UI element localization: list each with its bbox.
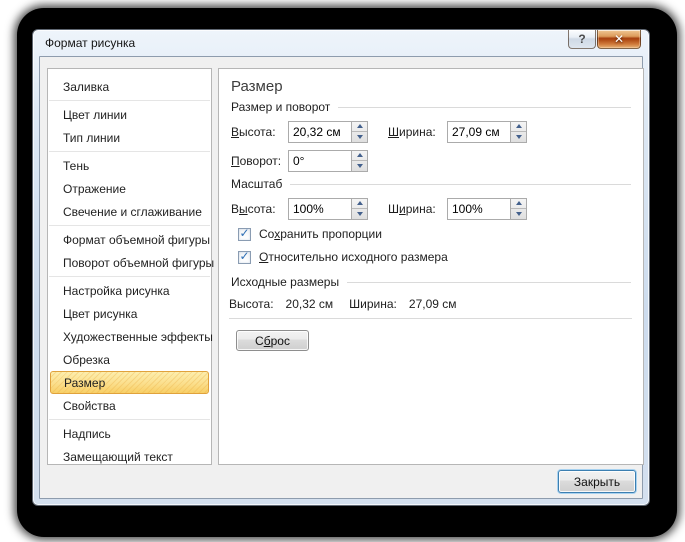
sidebar-item-size-selected[interactable]: Размер [50,371,209,394]
sidebar-separator [49,151,210,152]
scale-width-spinner [510,198,527,220]
spinner-down-button[interactable] [352,208,367,219]
group-rule [338,107,631,108]
sidebar-separator [49,225,210,226]
sidebar-item-picture-color[interactable]: Цвет рисунка [48,302,211,325]
scale-height-label: Высота: [231,202,288,216]
lock-aspect-row: ✓ Сохранить пропорции [238,225,643,243]
close-icon: ✕ [614,33,624,45]
width-input[interactable] [447,121,511,143]
close-dialog-button[interactable]: Закрыть [558,470,636,493]
category-list: Заливка Цвет линии Тип линии Тень Отраже… [47,68,212,465]
sidebar-item-3d-format[interactable]: Формат объемной фигуры [48,228,211,251]
original-width-value: 27,09 см [409,297,457,311]
spinner-up-icon [516,124,522,128]
group-rule [290,184,631,185]
rotation-label: Поворот: [231,154,288,168]
sidebar-item-line-color[interactable]: Цвет линии [48,103,211,126]
sidebar-item-properties[interactable]: Свойства [48,394,211,417]
spinner-up-icon [357,201,363,205]
scale-height-spinner [351,198,368,220]
spinner-down-icon [357,164,363,168]
group-label: Исходные размеры [231,275,339,289]
width-spinner [510,121,527,143]
sidebar-item-glow[interactable]: Свечение и сглаживание [48,200,211,223]
close-button[interactable]: ✕ [597,30,641,49]
sidebar-item-fill[interactable]: Заливка [48,75,211,98]
checkmark-icon: ✓ [239,227,249,239]
sidebar-separator [49,100,210,101]
width-label: Ширина: [388,125,447,139]
titlebar-buttons: ? ✕ [568,30,641,49]
scale-row: Высота: Ширина: [231,197,643,220]
lock-aspect-checkbox[interactable]: ✓ [238,228,251,241]
height-label: Высота: [231,125,288,139]
sidebar-item-shadow[interactable]: Тень [48,154,211,177]
group-label: Размер и поворот [231,100,330,114]
spinner-up-icon [357,124,363,128]
checkmark-icon: ✓ [239,250,249,262]
spinner-down-icon [516,135,522,139]
group-size-rotate-header: Размер и поворот [231,100,631,114]
spinner-down-button[interactable] [352,131,367,142]
lock-aspect-label[interactable]: Сохранить пропорции [259,227,382,241]
relative-original-row: ✓ Относительно исходного размера [238,248,643,266]
spinner-up-icon [357,153,363,157]
spinner-up-icon [516,201,522,205]
original-width-label: Ширина: [349,297,397,311]
sidebar-item-reflection[interactable]: Отражение [48,177,211,200]
titlebar[interactable]: Формат рисунка [33,30,649,56]
spinner-down-button[interactable] [352,160,367,171]
spinner-down-button[interactable] [511,208,526,219]
spinner-up-button[interactable] [511,199,526,209]
help-icon: ? [578,32,585,46]
spinner-up-button[interactable] [511,122,526,132]
relative-original-checkbox[interactable]: ✓ [238,251,251,264]
sidebar-separator [49,419,210,420]
scale-width-input[interactable] [447,198,511,220]
original-size-values: Высота: 20,32 см Ширина: 27,09 см [229,297,643,311]
sidebar-separator [49,276,210,277]
format-picture-dialog: Формат рисунка ? ✕ Заливка Цвет линии Ти… [32,29,650,506]
height-input[interactable] [288,121,352,143]
spinner-down-icon [357,135,363,139]
scale-height-input[interactable] [288,198,352,220]
rotate-row: Поворот: [231,149,643,172]
sidebar-item-line-style[interactable]: Тип линии [48,126,211,149]
rotation-input[interactable] [288,150,352,172]
group-scale-header: Масштаб [231,177,631,191]
height-spinner [351,121,368,143]
spinner-up-button[interactable] [352,199,367,209]
scale-width-label: Ширина: [388,202,447,216]
group-original-size-header: Исходные размеры [231,275,631,289]
spinner-down-icon [357,212,363,216]
group-rule [347,282,631,283]
group-label: Масштаб [231,177,282,191]
sidebar-item-picture-corrections[interactable]: Настройка рисунка [48,279,211,302]
spinner-up-button[interactable] [352,151,367,161]
sidebar-item-crop[interactable]: Обрезка [48,348,211,371]
relative-original-label[interactable]: Относительно исходного размера [259,250,448,264]
size-row: Высота: Ширина: [231,120,643,143]
spinner-down-icon [516,212,522,216]
separator-rule [229,318,632,319]
spinner-up-button[interactable] [352,122,367,132]
sidebar-item-text-box[interactable]: Надпись [48,422,211,445]
reset-button[interactable]: Сброс [236,330,309,351]
spinner-down-button[interactable] [511,131,526,142]
sidebar-item-alt-text[interactable]: Замещающий текст [48,445,211,468]
dialog-client-area: Заливка Цвет линии Тип линии Тень Отраже… [39,56,643,499]
original-height-value: 20,32 см [286,297,334,311]
sidebar-item-artistic-effects[interactable]: Художественные эффекты [48,325,211,348]
window-title: Формат рисунка [45,36,135,50]
original-height-label: Высота: [229,297,274,311]
size-panel: Размер Размер и поворот Высота: Ширина: [218,68,644,465]
help-button[interactable]: ? [568,30,596,49]
rotation-spinner [351,150,368,172]
sidebar-item-3d-rotation[interactable]: Поворот объемной фигуры [48,251,211,274]
page-title: Размер [231,78,643,95]
